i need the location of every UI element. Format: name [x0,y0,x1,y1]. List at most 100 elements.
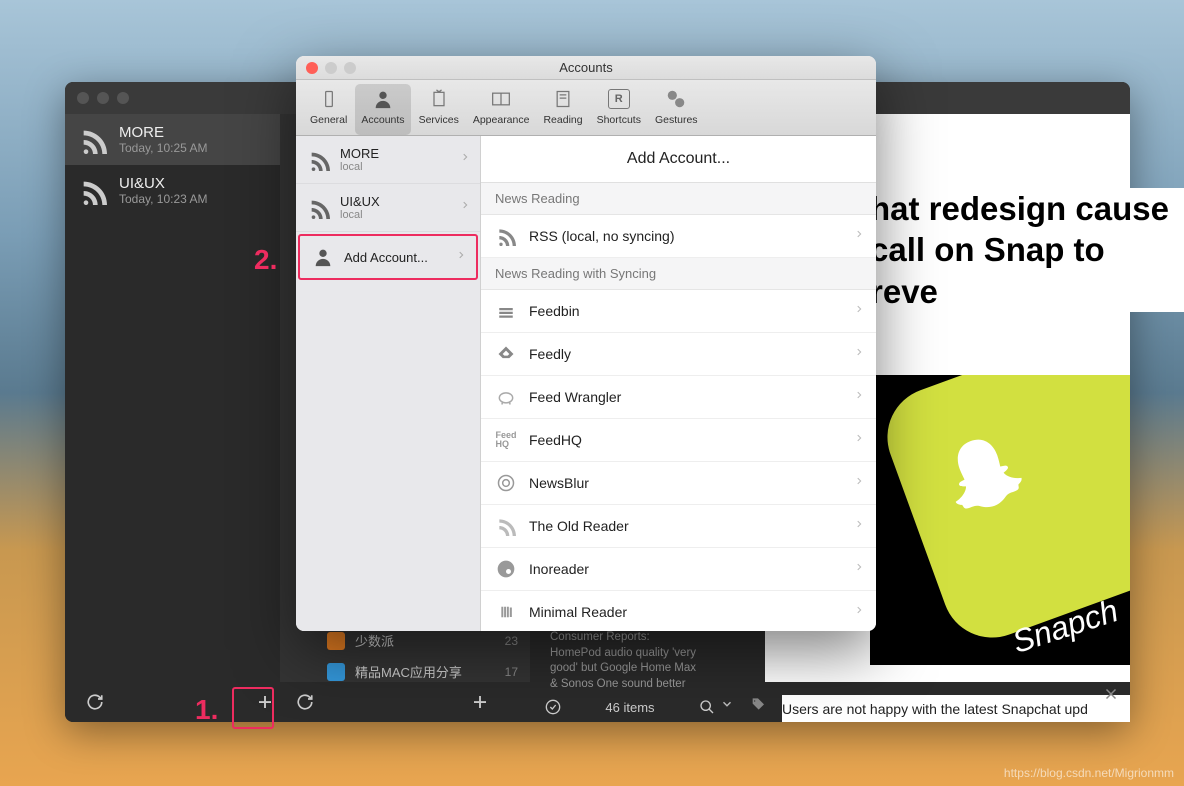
close-icon[interactable] [1102,685,1120,703]
chevron-right-icon [456,248,466,267]
status-bar-middle: 46 items [545,692,715,722]
chevron-right-icon [854,345,864,364]
account-item-uiux[interactable]: UI&UX local [296,184,480,232]
person-icon [312,246,334,268]
traffic-minimize[interactable] [97,92,109,104]
minimal-icon: ⅢI [495,601,517,623]
tab-accounts[interactable]: Accounts [355,84,410,135]
reading-icon [550,86,576,112]
checkmark-icon[interactable] [545,699,561,715]
tab-appearance[interactable]: Appearance [467,84,536,135]
provider-oldreader[interactable]: The Old Reader [481,505,876,548]
provider-feedhq[interactable]: FeedHQ FeedHQ [481,419,876,462]
annotation-1-box [232,687,274,729]
sidebar-sub: Today, 10:25 AM [119,141,208,155]
feedhq-icon: FeedHQ [495,429,517,451]
chevron-right-icon [854,603,864,622]
minimize-button[interactable] [325,62,337,74]
traffic-zoom[interactable] [117,92,129,104]
feed-name: 少数派 [355,631,394,650]
traffic-close[interactable] [77,92,89,104]
zoom-button[interactable] [344,62,356,74]
annotation-2: 2. [254,244,277,276]
feedly-icon [495,343,517,365]
prefs-toolbar: General Accounts Services Appearance Rea… [296,80,876,136]
provider-inoreader[interactable]: Inoreader [481,548,876,591]
chevron-right-icon [854,388,864,407]
provider-feedwrangler[interactable]: Feed Wrangler [481,376,876,419]
rss-icon [308,149,330,171]
chevron-right-icon [854,517,864,536]
sidebar-title: UI&UX [119,175,208,192]
tab-services[interactable]: Services [413,84,465,135]
newsblur-icon [495,472,517,494]
feed-count: 23 [505,634,518,648]
accounts-sidebar: MORE local UI&UX local Add Account... [296,136,481,631]
item-count: 46 items [605,700,654,715]
rss-icon [79,126,107,154]
provider-minimal[interactable]: ⅢI Minimal Reader [481,591,876,631]
rss-icon [79,177,107,205]
close-button[interactable] [306,62,318,74]
panel-header: Add Account... [481,136,876,183]
annotation-1: 1. [195,694,218,726]
add-account-panel: Add Account... News Reading RSS (local, … [481,136,876,631]
article-snippet: Consumer Reports: HomePod audio quality … [550,630,700,692]
rss-icon [495,225,517,247]
provider-rss-local[interactable]: RSS (local, no syncing) [481,215,876,258]
tab-general[interactable]: General [304,84,353,135]
tag-icon[interactable] [750,697,766,718]
sidebar-title: MORE [119,124,208,141]
rss-icon [308,197,330,219]
tab-shortcuts[interactable]: R Shortcuts [591,84,647,135]
shortcuts-icon: R [606,86,632,112]
sidebar-account-more[interactable]: MORE Today, 10:25 AM [65,114,280,165]
account-sidebar: MORE Today, 10:25 AM UI&UX Today, 10:23 … [65,114,280,682]
gestures-icon [663,86,689,112]
chevron-right-icon [854,227,864,246]
add-account-item[interactable]: Add Account... [298,234,478,280]
chevron-right-icon [460,198,470,217]
inoreader-icon [495,558,517,580]
tab-reading[interactable]: Reading [537,84,588,135]
tab-gestures[interactable]: Gestures [649,84,704,135]
article-headline: hat redesign cause call on Snap to reve [870,188,1184,312]
person-icon [370,86,396,112]
feed-row[interactable]: 精品MAC应用分享 17 [315,656,530,687]
feedwrangler-icon [495,386,517,408]
add-feed-button[interactable] [460,682,500,722]
oldreader-icon [495,515,517,537]
chevron-right-icon [854,431,864,450]
sidebar-account-uiux[interactable]: UI&UX Today, 10:23 AM [65,165,280,216]
article-footer-text: Users are not happy with the latest Snap… [782,695,1130,722]
window-title: Accounts [559,60,612,75]
feed-name: 精品MAC应用分享 [355,662,462,681]
section-header: News Reading [481,183,876,215]
appearance-icon [488,86,514,112]
article-image: Snapch [870,375,1130,665]
feed-list-partial: 少数派 23 精品MAC应用分享 17 [315,625,530,687]
search-icon[interactable] [699,699,715,715]
chevron-right-icon [854,474,864,493]
preferences-window: Accounts General Accounts Services Appea… [296,56,876,631]
refresh-button[interactable] [75,682,115,722]
refresh-feeds-button[interactable] [285,682,325,722]
section-header: News Reading with Syncing [481,258,876,290]
watermark: https://blog.csdn.net/Migrionmm [1004,766,1174,780]
feed-favicon [327,663,345,681]
chevron-right-icon [460,150,470,169]
feed-favicon [327,632,345,650]
provider-feedly[interactable]: Feedly [481,333,876,376]
feed-count: 17 [505,665,518,679]
provider-feedbin[interactable]: Feedbin [481,290,876,333]
prefs-titlebar: Accounts [296,56,876,80]
general-icon [316,86,342,112]
account-item-more[interactable]: MORE local [296,136,480,184]
chevron-right-icon [854,560,864,579]
chevron-down-icon[interactable] [720,697,734,716]
services-icon [426,86,452,112]
chevron-right-icon [854,302,864,321]
feedbin-icon [495,300,517,322]
sidebar-sub: Today, 10:23 AM [119,192,208,206]
provider-newsblur[interactable]: NewsBlur [481,462,876,505]
